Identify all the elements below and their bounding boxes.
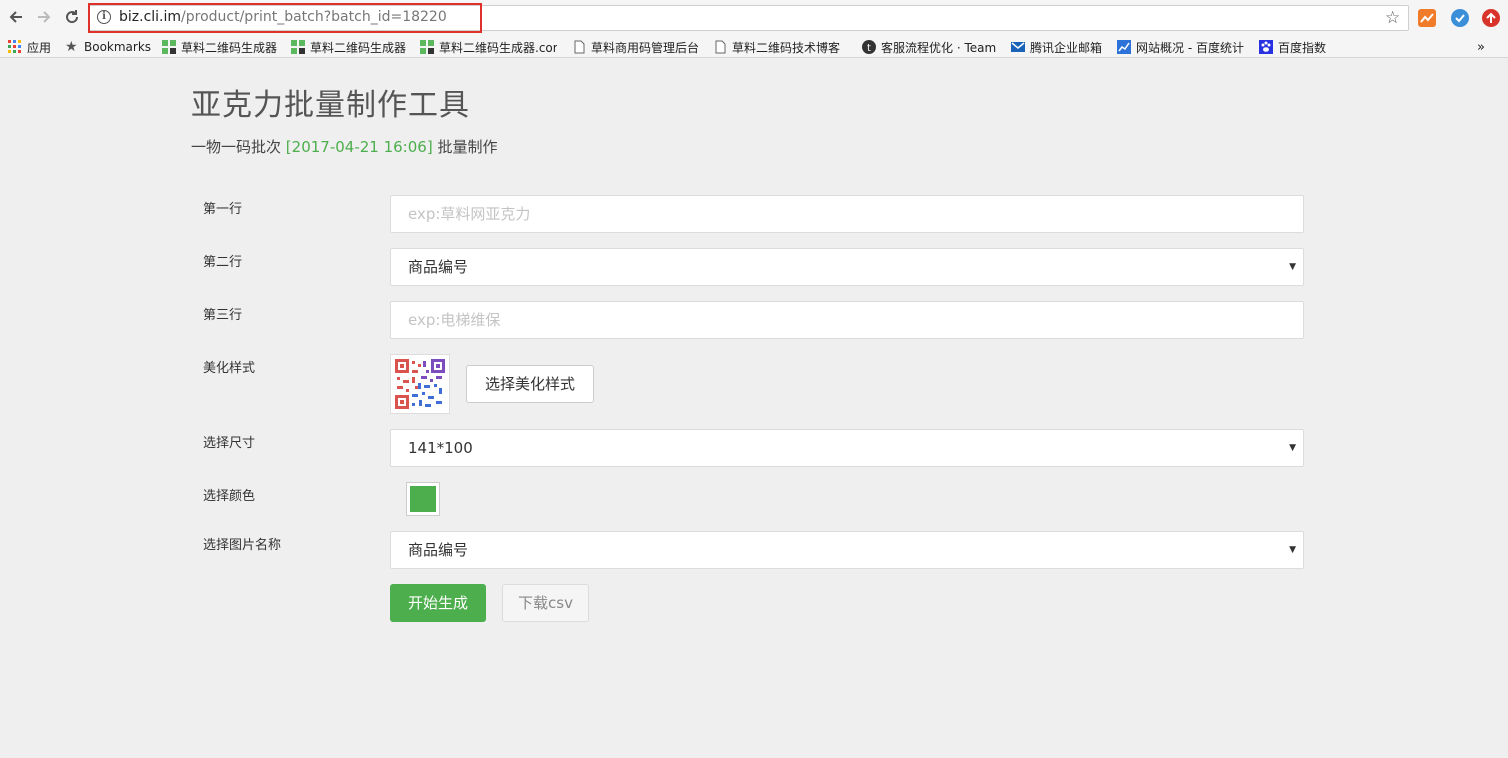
size-label: 选择尺寸 (203, 436, 256, 451)
qr-style-preview[interactable] (390, 354, 450, 414)
bookmark-bookmarks-folder[interactable]: ★ Bookmarks (65, 39, 151, 55)
bookmark-label: 百度指数 (1278, 40, 1327, 55)
extension-check-icon[interactable] (1451, 9, 1469, 27)
chevron-double-right-icon: » (1477, 39, 1485, 55)
color-label: 选择颜色 (203, 489, 256, 504)
image-name-select-value: 商品编号 (408, 541, 469, 559)
caret-down-icon: ▼ (1289, 545, 1296, 555)
choose-style-button[interactable]: 选择美化样式 (466, 365, 594, 403)
bookmark-label: 网站概况 - 百度统计 (1136, 40, 1244, 55)
color-picker[interactable] (406, 482, 440, 516)
page-icon (572, 40, 586, 54)
forward-button[interactable] (34, 7, 54, 27)
bookmark-label: 草料二维码技术博客 (732, 40, 841, 55)
line2-select-value: 商品编号 (408, 258, 469, 276)
teambition-icon: t (862, 40, 876, 54)
bookmark-baidu-tongji[interactable]: 网站概况 - 百度统计 (1117, 39, 1244, 55)
qr-logo-icon (162, 40, 176, 54)
bookmark-label: 草料二维码生成器.com (439, 40, 557, 55)
bookmarks-bar: 应用 ★ Bookmarks 草料二维码生成器 草料二维码生成器 草料二维码生成… (0, 36, 1508, 58)
svg-text:t: t (867, 43, 871, 54)
bookmark-cli-1[interactable]: 草料二维码生成器 (162, 39, 277, 55)
bookmark-teambition[interactable]: t 客服流程优化 · Team (862, 39, 998, 55)
qr-logo-icon (291, 40, 305, 54)
line3-input[interactable] (390, 301, 1304, 339)
line2-select[interactable]: 商品编号 ▼ (390, 248, 1304, 286)
line1-label: 第一行 (203, 202, 243, 217)
style-label: 美化样式 (203, 361, 256, 376)
subtitle-suffix: 批量制作 (437, 138, 498, 156)
download-csv-button[interactable]: 下载csv (502, 584, 589, 622)
size-select-value: 141*100 (408, 439, 473, 457)
size-select[interactable]: 141*100 ▼ (390, 429, 1304, 467)
line2-label: 第二行 (203, 255, 243, 270)
reload-icon (66, 10, 79, 24)
bookmark-label: Bookmarks (84, 40, 152, 54)
caret-down-icon: ▼ (1289, 443, 1296, 453)
bookmark-baidu-index[interactable]: 百度指数 (1259, 39, 1326, 55)
bookmark-label: 应用 (27, 40, 52, 55)
extension-chart-icon[interactable] (1418, 9, 1436, 27)
image-name-select[interactable]: 商品编号 ▼ (390, 531, 1304, 569)
color-swatch (410, 486, 436, 512)
line1-input[interactable] (390, 195, 1304, 233)
bookmark-mail[interactable]: 腾讯企业邮箱 (1011, 39, 1102, 55)
bookmark-label: 客服流程优化 · Team (881, 40, 997, 55)
bookmark-label: 腾讯企业邮箱 (1030, 40, 1103, 55)
batch-date: [2017-04-21 16:06] (285, 138, 433, 156)
chart-icon (1117, 40, 1131, 54)
bookmark-admin[interactable]: 草料商用码管理后台 (572, 39, 699, 55)
back-button[interactable] (6, 7, 26, 27)
url-host: biz.cli.im (119, 9, 182, 25)
browser-toolbar: i biz.cli.im/product/print_batch?batch_i… (0, 0, 1508, 36)
bookmark-label: 草料二维码生成器 (181, 40, 278, 55)
star-icon: ★ (65, 39, 78, 55)
bookmark-star-icon[interactable]: ☆ (1385, 8, 1400, 28)
qr-logo-icon (420, 40, 434, 54)
batch-subtitle: 一物一码批次 [2017-04-21 16:06] 批量制作 (191, 136, 497, 157)
site-info-icon[interactable]: i (97, 10, 111, 24)
bookmark-label: 草料二维码生成器 (310, 40, 407, 55)
generate-button[interactable]: 开始生成 (390, 584, 486, 622)
image-name-label: 选择图片名称 (203, 538, 282, 553)
bookmark-blog[interactable]: 草料二维码技术博客 (713, 39, 847, 55)
bookmark-cli-3[interactable]: 草料二维码生成器.com (420, 39, 557, 55)
caret-down-icon: ▼ (1289, 262, 1296, 272)
reload-button[interactable] (62, 7, 82, 27)
bookmark-apps[interactable]: 应用 (8, 39, 51, 55)
extension-upload-icon[interactable] (1482, 9, 1500, 27)
back-arrow-icon (9, 11, 22, 23)
page-title: 亚克力批量制作工具 (191, 88, 470, 123)
url-text[interactable]: biz.cli.im/product/print_batch?batch_id=… (119, 9, 447, 25)
mail-icon (1011, 40, 1025, 54)
line3-label: 第三行 (203, 308, 243, 323)
qr-code-icon (395, 359, 445, 409)
subtitle-prefix: 一物一码批次 (191, 138, 282, 156)
paw-icon (1259, 40, 1273, 54)
bookmarks-overflow-button[interactable]: » (1477, 39, 1485, 55)
apps-grid-icon (8, 40, 22, 54)
url-path: /product/print_batch?batch_id=18220 (181, 9, 447, 25)
forward-arrow-icon (38, 11, 51, 23)
bookmark-cli-2[interactable]: 草料二维码生成器 (291, 39, 406, 55)
bookmark-label: 草料商用码管理后台 (591, 40, 700, 55)
page-icon (713, 40, 727, 54)
